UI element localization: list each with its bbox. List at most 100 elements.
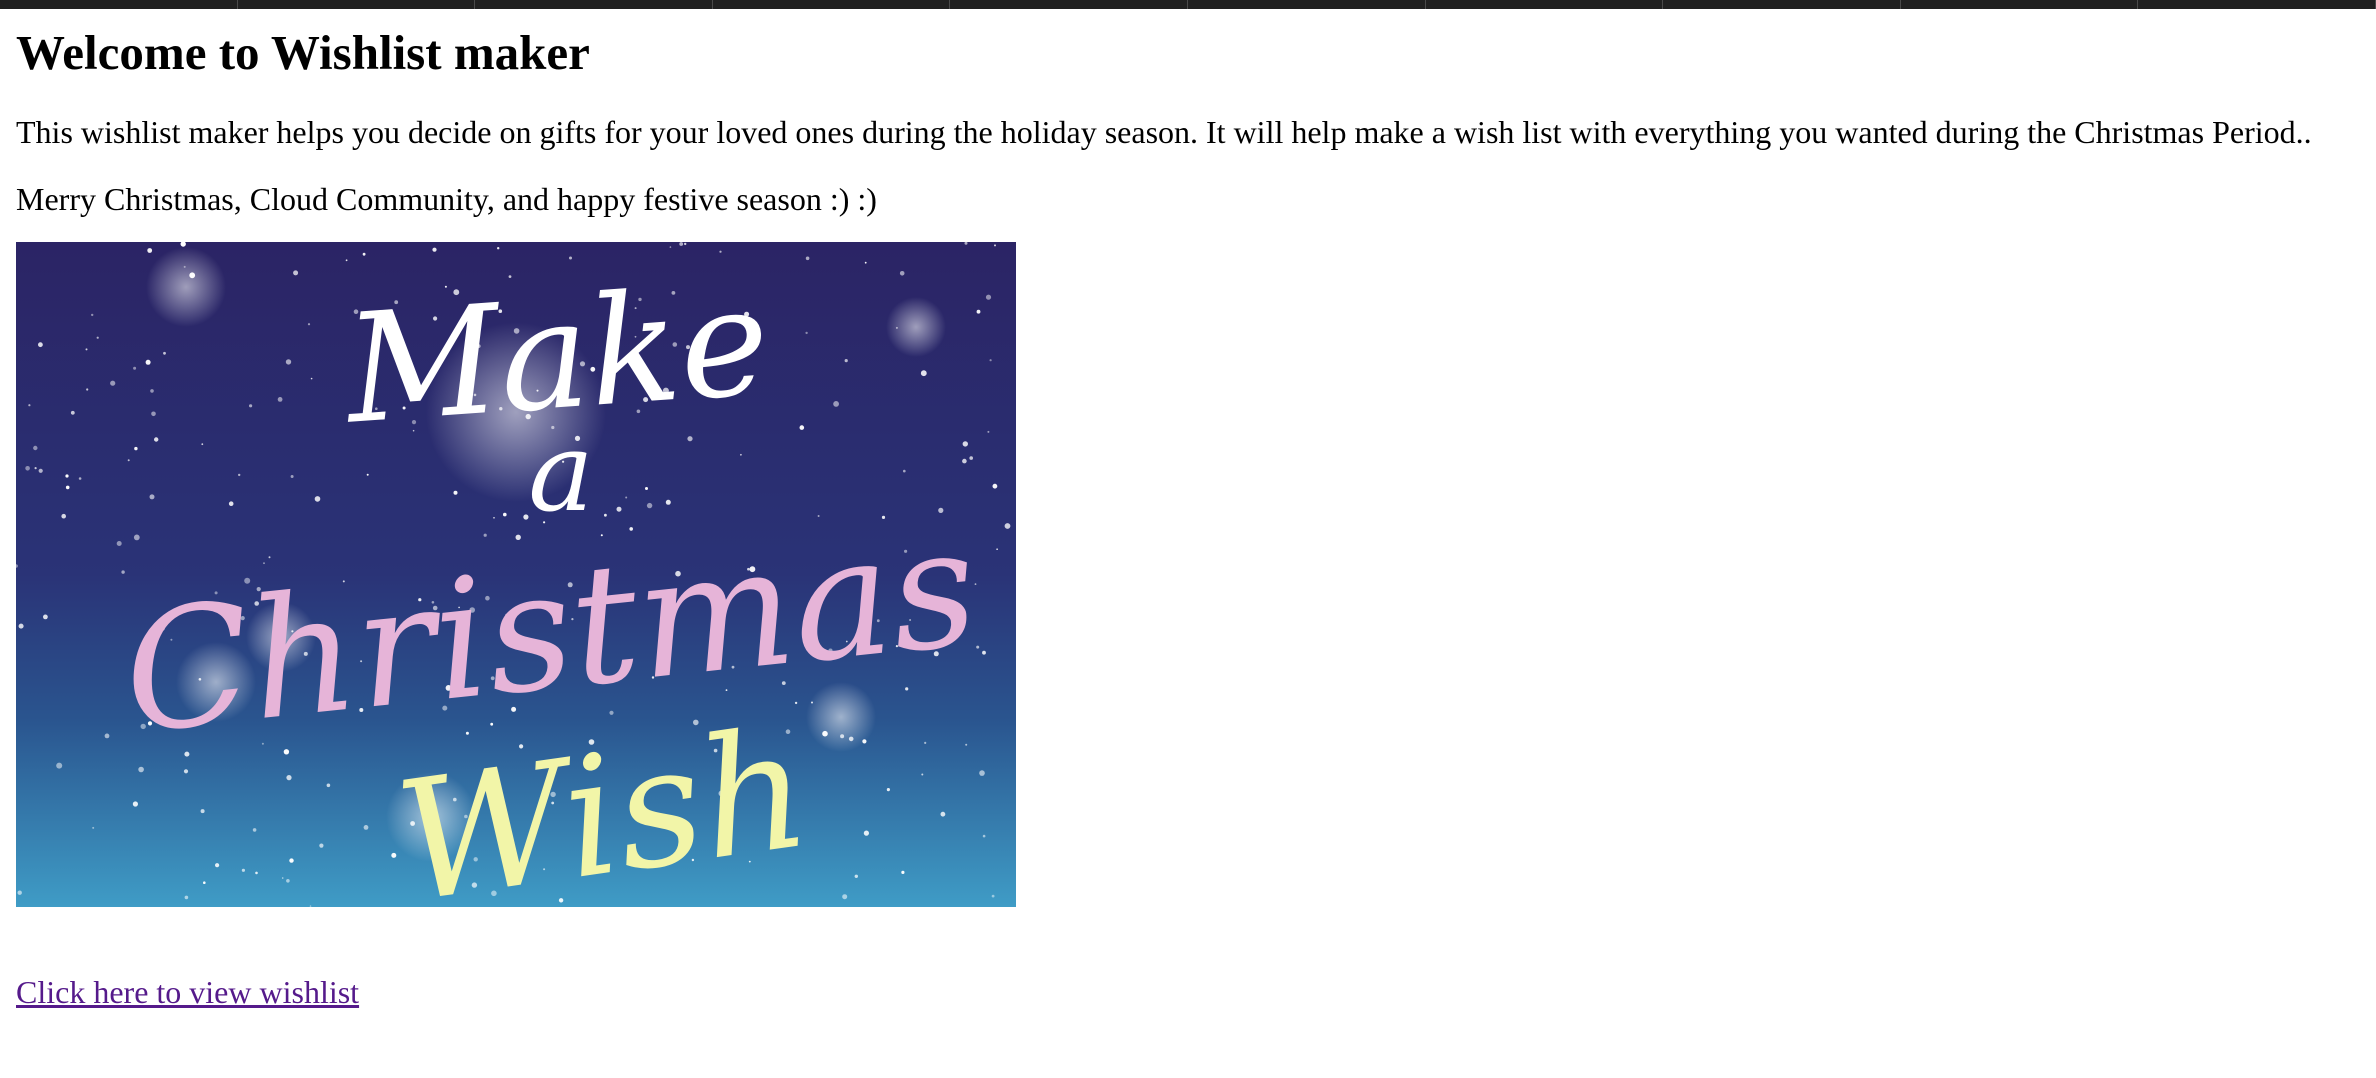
banner-star xyxy=(646,503,653,509)
banner-star xyxy=(65,485,70,490)
banner-star xyxy=(976,309,981,314)
banner-star xyxy=(903,469,906,473)
banner-star xyxy=(679,242,684,247)
banner-star xyxy=(215,863,220,868)
banner-star xyxy=(286,879,290,883)
banner-star xyxy=(145,359,151,365)
banner-star xyxy=(569,256,572,260)
banner-star xyxy=(1004,523,1011,530)
banner-star xyxy=(121,570,125,574)
banner-star xyxy=(326,783,331,788)
banner-star xyxy=(38,468,43,474)
banner-star xyxy=(33,445,38,451)
banner-star xyxy=(996,548,998,551)
banner-star xyxy=(290,475,294,479)
banner-star xyxy=(493,517,495,519)
banner-star xyxy=(289,858,294,863)
banner-star xyxy=(18,623,24,629)
banner-star xyxy=(483,533,487,537)
banner-star xyxy=(86,388,89,391)
banner-star xyxy=(65,474,69,478)
banner-star xyxy=(127,459,130,462)
banner-star xyxy=(805,256,810,261)
banner-star xyxy=(25,466,30,471)
banner-star xyxy=(920,370,927,377)
banner-star xyxy=(503,512,507,517)
banner-star xyxy=(116,541,122,547)
banner-star xyxy=(92,827,95,830)
banner-star xyxy=(989,359,992,362)
banner-star xyxy=(366,473,369,476)
banner-star xyxy=(132,801,138,807)
banner-star xyxy=(96,336,99,339)
intro-paragraph: This wishlist maker helps you decide on … xyxy=(16,114,2312,151)
banner-star xyxy=(687,436,693,442)
top-bar-segment xyxy=(1426,0,1664,9)
banner-star xyxy=(740,454,742,456)
banner-star xyxy=(811,701,813,704)
banner-star xyxy=(252,828,257,832)
banner-star xyxy=(979,770,985,777)
banner-star xyxy=(982,650,986,655)
banner-star xyxy=(309,905,312,908)
banner-star xyxy=(91,313,94,317)
banner-star xyxy=(844,359,848,363)
banner-star xyxy=(249,404,253,408)
banner-star xyxy=(362,252,366,256)
top-bar-segment xyxy=(2138,0,2376,9)
banner-star xyxy=(864,261,867,264)
banner-star xyxy=(604,513,607,517)
greeting-paragraph: Merry Christmas, Cloud Community, and ha… xyxy=(16,180,877,217)
top-bar-segment xyxy=(238,0,476,9)
banner-star xyxy=(669,246,672,249)
banner-star xyxy=(805,331,808,335)
banner-star xyxy=(719,250,722,253)
banner-star xyxy=(150,389,154,393)
banner-star xyxy=(833,401,839,407)
banner-star xyxy=(992,483,998,489)
banner-star xyxy=(201,443,204,446)
banner-star xyxy=(286,775,292,781)
banner-star xyxy=(616,506,622,512)
banner-star xyxy=(665,499,671,505)
page-title: Welcome to Wishlist maker xyxy=(16,25,590,80)
banner-star xyxy=(134,447,138,451)
banner-star xyxy=(854,874,858,879)
banner-star xyxy=(183,769,189,774)
top-bar-segment xyxy=(475,0,713,9)
banner-star xyxy=(110,380,116,386)
banner-star xyxy=(921,773,924,776)
banner-star xyxy=(497,247,500,250)
banner-star xyxy=(314,496,321,502)
banner-star xyxy=(183,266,186,269)
top-bar-segment xyxy=(950,0,1188,9)
banner-star xyxy=(848,736,854,742)
banner-star xyxy=(277,397,283,402)
banner-star xyxy=(133,534,140,541)
browser-top-bar xyxy=(0,0,2376,9)
banner-star xyxy=(862,739,867,744)
banner-text-a: a xyxy=(528,408,594,536)
banner-star xyxy=(985,294,992,300)
banner-star xyxy=(154,437,159,442)
banner-star xyxy=(104,733,110,739)
banner-star xyxy=(994,244,996,247)
banner-star xyxy=(863,830,870,836)
banner-star xyxy=(432,247,437,252)
page-content: Welcome to Wishlist maker This wishlist … xyxy=(16,9,2360,1012)
banner-star xyxy=(163,352,166,355)
banner-star xyxy=(203,881,206,885)
banner-star xyxy=(61,514,66,519)
banner-star xyxy=(319,843,324,848)
banner-star xyxy=(149,494,155,500)
banner-star xyxy=(940,811,946,817)
banner-star xyxy=(238,473,241,477)
banner-star xyxy=(70,411,75,415)
banner-star xyxy=(924,741,927,745)
view-wishlist-link[interactable]: Click here to view wishlist xyxy=(16,974,359,1010)
banner-star xyxy=(962,441,968,447)
banner-star xyxy=(17,890,22,896)
banner-star xyxy=(453,490,458,495)
banner-star xyxy=(962,458,967,464)
banner-star xyxy=(43,614,48,620)
